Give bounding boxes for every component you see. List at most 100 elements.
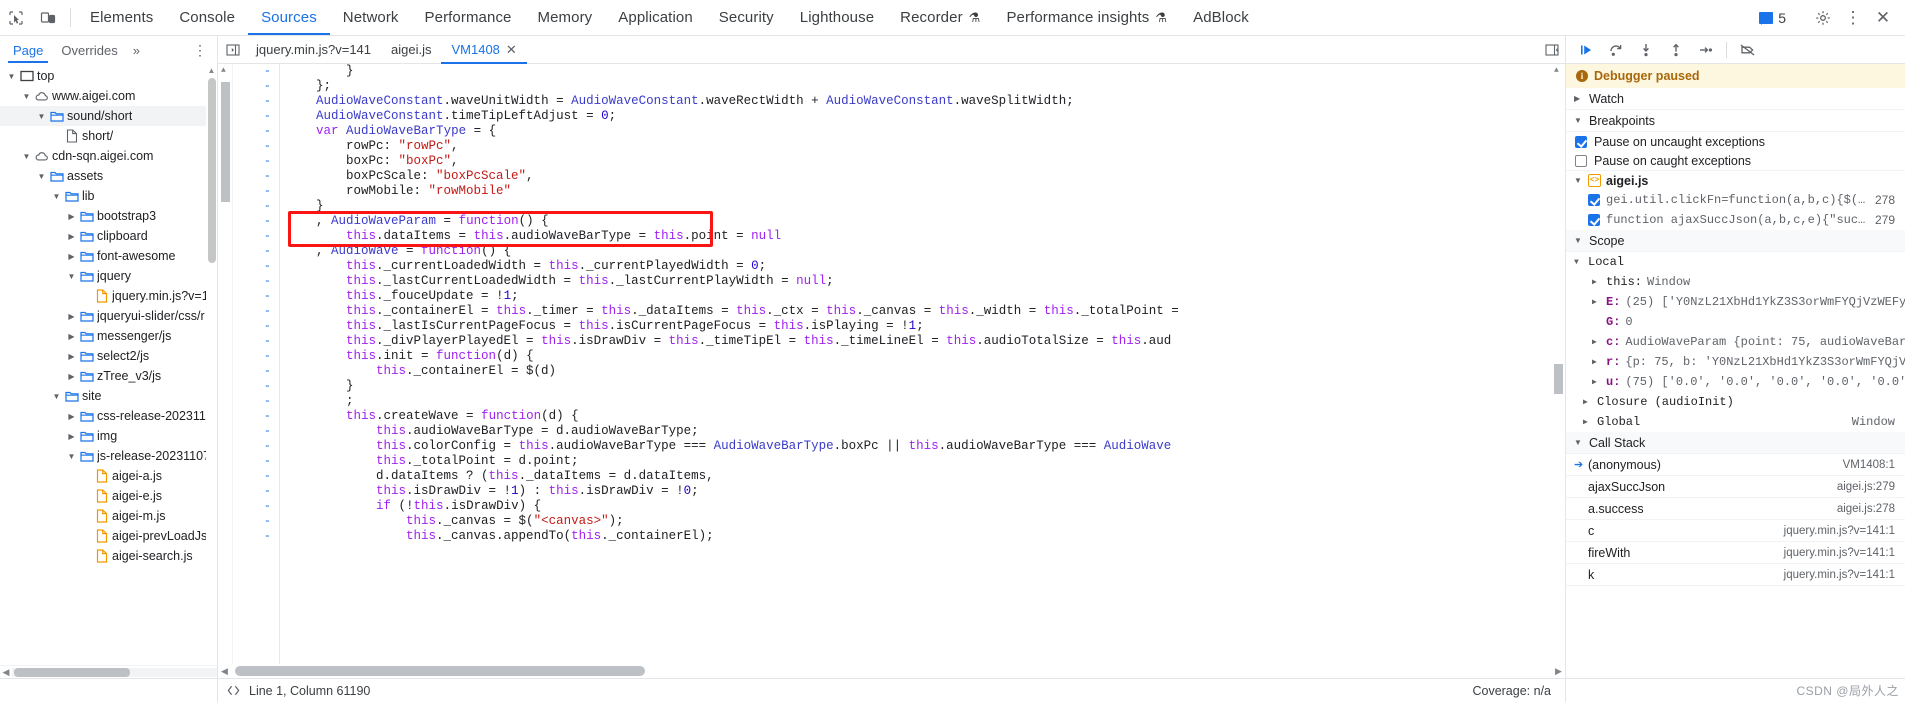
chevron-right-icon[interactable]: ▶	[1583, 417, 1592, 427]
chevron-down-icon[interactable]: ▼	[36, 172, 47, 181]
tab-elements[interactable]: Elements	[77, 0, 166, 35]
scope-variable-row[interactable]: ▶ this: Window	[1566, 272, 1905, 292]
gutter-marker[interactable]: -	[233, 79, 271, 94]
chevron-down-icon[interactable]: ▼	[36, 112, 47, 121]
tab-performance-insights[interactable]: Performance insights ⚗	[993, 0, 1180, 35]
gutter-marker[interactable]: -	[233, 154, 271, 169]
callstack-source-location[interactable]: jquery.min.js?v=141:1	[1784, 525, 1905, 537]
scroll-left-arrow-icon[interactable]: ◀	[0, 667, 12, 678]
file-tree[interactable]: ▼ top ▼ www.aigei.com ▼ sound/short short/ ▼ cdn…	[0, 64, 217, 665]
checkbox[interactable]	[1588, 194, 1600, 206]
scope-local-header[interactable]: ▼ Local	[1566, 252, 1905, 272]
scroll-right-arrow-icon[interactable]: ▶	[1552, 666, 1565, 677]
chevron-down-icon[interactable]: ▼	[66, 272, 77, 281]
nav-tab-page[interactable]: Page	[4, 37, 52, 63]
gutter-marker[interactable]: -	[233, 379, 271, 394]
gutter-marker[interactable]: -	[233, 454, 271, 469]
scope-section-header[interactable]: ▼ Scope	[1566, 230, 1905, 252]
gutter-marker[interactable]: -	[233, 439, 271, 454]
breakpoint-row[interactable]: function ajaxSuccJson(a,b,c,e){"success"…	[1566, 210, 1905, 230]
breakpoints-section-header[interactable]: ▼ Breakpoints	[1566, 110, 1905, 132]
gutter-marker[interactable]: -	[233, 274, 271, 289]
tree-item[interactable]: ▼ top	[0, 66, 217, 86]
chevron-right-icon[interactable]: ▶	[1583, 397, 1592, 407]
callstack-row[interactable]: k jquery.min.js?v=141:1	[1566, 564, 1905, 586]
tab-network[interactable]: Network	[330, 0, 412, 35]
editor-code-area[interactable]: } }; AudioWaveConstant.waveUnitWidth = A…	[279, 64, 1551, 664]
tree-item[interactable]: aigei-e.js	[0, 486, 217, 506]
file-tree-vertical-scrollbar[interactable]: ▲	[206, 64, 217, 678]
gutter-marker[interactable]: -	[233, 244, 271, 259]
scope-variable-row[interactable]: ▶ Closure (audioInit)	[1566, 392, 1905, 412]
more-options-icon[interactable]: ⋮	[193, 43, 207, 57]
gutter-marker[interactable]: -	[233, 424, 271, 439]
gutter-marker[interactable]: -	[233, 334, 271, 349]
close-icon[interactable]: ✕	[1869, 4, 1897, 32]
nav-tab-overrides[interactable]: Overrides	[52, 37, 126, 63]
close-icon[interactable]: ✕	[506, 42, 517, 58]
gutter-marker[interactable]: -	[233, 94, 271, 109]
chevron-right-icon[interactable]: ▶	[66, 372, 77, 381]
scroll-up-arrow-icon[interactable]: ▲	[221, 66, 226, 75]
step-into-icon[interactable]	[1632, 38, 1659, 62]
scope-variable-row[interactable]: ▶ c: AudioWaveParam {point: 75, audioWaveB…	[1566, 332, 1905, 352]
chevron-down-icon[interactable]: ▼	[6, 72, 17, 81]
chevron-down-icon[interactable]: ▼	[51, 192, 62, 201]
scope-variable-row[interactable]: ▶ E: (25) ['Y0NzL21XbHd1YkZ3S3orWmFYQjVzWE…	[1566, 292, 1905, 312]
gutter-marker[interactable]: -	[233, 319, 271, 334]
tab-security[interactable]: Security	[706, 0, 787, 35]
scrollbar-thumb[interactable]	[221, 82, 230, 202]
tree-item[interactable]: aigei-a.js	[0, 466, 217, 486]
console-message-badge[interactable]: 5	[1753, 10, 1792, 26]
chevron-down-icon[interactable]: ▼	[66, 452, 77, 461]
editor-tab-aigei[interactable]: aigei.js	[381, 36, 441, 63]
checkbox[interactable]	[1575, 154, 1587, 167]
callstack-source-location[interactable]: aigei.js:279	[1837, 481, 1905, 493]
resume-icon[interactable]	[1572, 38, 1599, 62]
gutter-marker[interactable]: -	[233, 259, 271, 274]
editor-right-scrollbar[interactable]: ▲	[1551, 64, 1565, 664]
pause-on-caught-exceptions-row[interactable]: Pause on caught exceptions	[1566, 151, 1905, 170]
chevron-right-icon[interactable]: ▶	[66, 432, 77, 441]
gutter-marker[interactable]: -	[233, 409, 271, 424]
tree-item[interactable]: ▼ sound/short	[0, 106, 217, 126]
scope-variable-row[interactable]: G: 0	[1566, 312, 1905, 332]
source-editor[interactable]: ▲ -------------------------------- } }; …	[218, 64, 1565, 664]
tree-item[interactable]: aigei-prevLoadJs.j	[0, 526, 217, 546]
scrollbar-track[interactable]	[12, 667, 217, 677]
gear-icon[interactable]	[1809, 4, 1837, 32]
pause-on-uncaught-exceptions-row[interactable]: Pause on uncaught exceptions	[1566, 132, 1905, 151]
tab-memory[interactable]: Memory	[525, 0, 606, 35]
gutter-marker[interactable]: -	[233, 229, 271, 244]
chevron-right-icon[interactable]: ▶	[66, 352, 77, 361]
checkbox[interactable]	[1575, 135, 1587, 148]
file-tree-horizontal-scrollbar[interactable]: ◀	[0, 665, 217, 678]
gutter-marker[interactable]: -	[233, 484, 271, 499]
chevron-right-icon[interactable]: ▶	[66, 412, 77, 421]
chevron-right-icon[interactable]: ▶	[66, 312, 77, 321]
chevron-down-icon[interactable]: ▼	[21, 152, 32, 161]
gutter-marker[interactable]: -	[233, 394, 271, 409]
tree-item[interactable]: ▶ jqueryui-slider/css/r	[0, 306, 217, 326]
gutter-marker[interactable]: -	[233, 364, 271, 379]
tree-item[interactable]: ▶ bootstrap3	[0, 206, 217, 226]
callstack-source-location[interactable]: jquery.min.js?v=141:1	[1784, 569, 1905, 581]
tree-item[interactable]: ▶ messenger/js	[0, 326, 217, 346]
editor-tab-jquery[interactable]: jquery.min.js?v=141	[246, 36, 381, 63]
tab-recorder[interactable]: Recorder ⚗	[887, 0, 993, 35]
scope-variable-row[interactable]: ▶ u: (75) ['0.0', '0.0', '0.0', '0.0', '0.…	[1566, 372, 1905, 392]
tab-lighthouse[interactable]: Lighthouse	[787, 0, 887, 35]
editor-left-scrollbar[interactable]: ▲	[218, 64, 233, 664]
gutter-marker[interactable]: -	[233, 124, 271, 139]
gutter-marker[interactable]: -	[233, 199, 271, 214]
pretty-print-icon[interactable]	[226, 683, 241, 698]
gutter-marker[interactable]: -	[233, 514, 271, 529]
step-out-icon[interactable]	[1662, 38, 1689, 62]
gutter-marker[interactable]: -	[233, 109, 271, 124]
tree-item[interactable]: ▶ img	[0, 426, 217, 446]
callstack-row[interactable]: ajaxSuccJson aigei.js:279	[1566, 476, 1905, 498]
scroll-up-arrow-icon[interactable]: ▲	[1554, 66, 1559, 75]
breakpoint-row[interactable]: gei.util.clickFn=function(a,b,c){$(a).un…	[1566, 190, 1905, 210]
callstack-section-header[interactable]: ▼ Call Stack	[1566, 432, 1905, 454]
chevron-right-icon[interactable]: ▶	[1592, 337, 1601, 347]
